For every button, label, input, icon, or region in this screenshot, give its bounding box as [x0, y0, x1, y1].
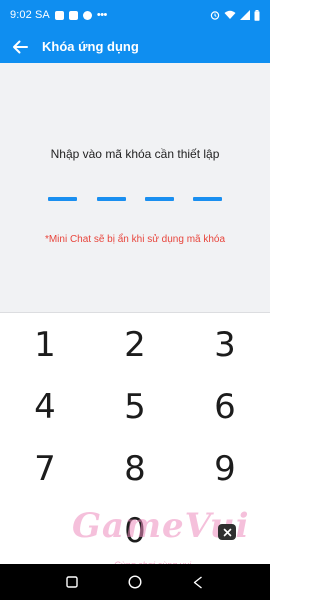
page-title: Khóa ứng dụng	[42, 39, 139, 54]
key-5[interactable]: 5	[90, 383, 180, 431]
wifi-icon	[224, 10, 236, 19]
arrow-left-icon	[13, 40, 28, 53]
close-icon[interactable]	[218, 524, 236, 540]
app-bar: Khóa ứng dụng	[0, 30, 270, 63]
more-dots-icon: •••	[96, 8, 108, 21]
recents-square-icon	[65, 576, 78, 588]
photo-icon	[54, 10, 64, 20]
pin-indicator	[48, 197, 224, 201]
alarm-icon	[210, 11, 220, 20]
status-bar: 9:02 SA •••	[0, 0, 270, 30]
gallery-icon	[82, 10, 92, 20]
home-circle-icon	[128, 575, 142, 589]
status-time: 9:02 SA	[10, 9, 50, 21]
lock-note: *Mini Chat sẽ bị ẩn khi sử dụng mã khóa	[44, 234, 226, 245]
pin-entry-panel: Nhập vào mã khóa cần thiết lập *Mini Cha…	[0, 63, 270, 313]
signal-icon	[240, 10, 250, 20]
pin-slot-1	[48, 197, 77, 201]
system-back-button[interactable]	[183, 567, 213, 597]
pin-slot-4	[193, 197, 222, 201]
key-2[interactable]: 2	[90, 321, 180, 369]
pin-prompt: Nhập vào mã khóa cần thiết lập	[50, 147, 220, 161]
back-button[interactable]	[2, 30, 38, 63]
home-button[interactable]	[120, 567, 150, 597]
key-1[interactable]: 1	[0, 321, 90, 369]
back-triangle-icon	[194, 575, 203, 589]
navigation-bar	[0, 564, 270, 600]
status-right	[210, 9, 260, 21]
key-4[interactable]: 4	[0, 383, 90, 431]
message-icon	[68, 10, 78, 20]
key-6[interactable]: 6	[180, 383, 270, 431]
key-0[interactable]: 0	[90, 507, 180, 555]
recents-button[interactable]	[57, 567, 87, 597]
status-left: 9:02 SA •••	[10, 9, 107, 21]
key-7[interactable]: 7	[0, 445, 90, 493]
key-8[interactable]: 8	[90, 445, 180, 493]
pin-slot-2	[97, 197, 126, 201]
battery-icon	[254, 9, 260, 21]
key-9[interactable]: 9	[180, 445, 270, 493]
key-3[interactable]: 3	[180, 321, 270, 369]
pin-slot-3	[145, 197, 174, 201]
